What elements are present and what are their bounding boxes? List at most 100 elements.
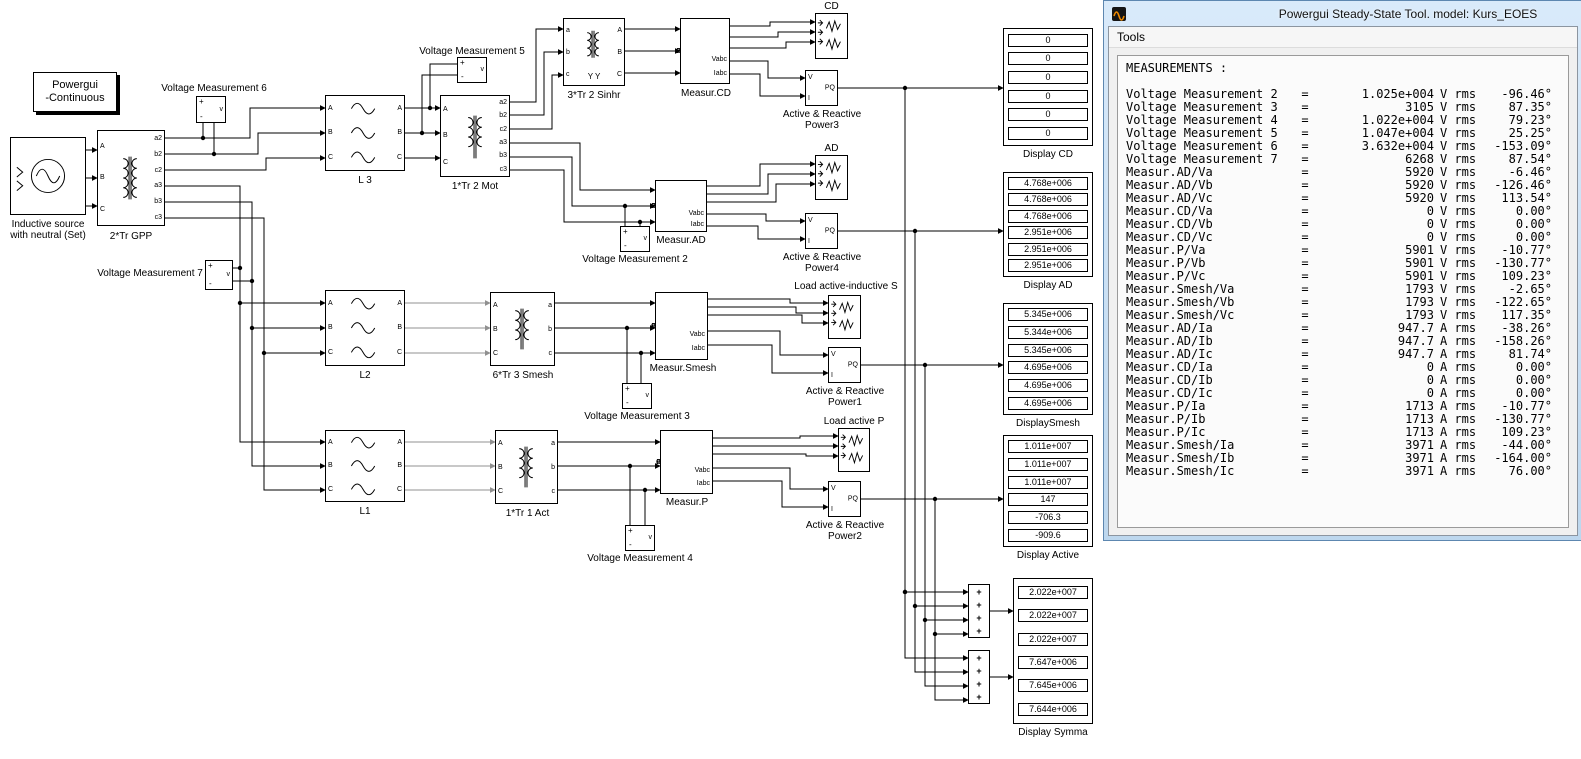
measur-smesh-block[interactable]: ABC Vabc Iabc <box>651 292 708 360</box>
active-reactive-power1-block[interactable]: V I PQ <box>828 347 861 383</box>
power4-label-line1: Active & Reactive <box>782 252 862 263</box>
window-title: Powergui Steady-State Tool. model: Kurs_… <box>1278 6 1538 21</box>
port-label: A <box>328 439 333 447</box>
measurement-name: Measur.Smesh/Ic <box>1126 464 1235 478</box>
v-pin: V <box>831 351 836 358</box>
measurement-value: 5920 <box>1405 191 1434 205</box>
voltage-measurement-3-block[interactable]: + - v <box>622 383 652 409</box>
load-ad-block[interactable] <box>815 155 848 200</box>
window-titlebar[interactable]: Powergui Steady-State Tool. model: Kurs_… <box>1108 1 1578 26</box>
display-symma-label: Display Symma <box>1018 727 1088 738</box>
pq-pin: PQ <box>847 495 858 503</box>
vabc-pin: Vabc <box>689 331 705 339</box>
act-right-ports: a b c <box>551 431 555 503</box>
transformer-1tr-1act-block[interactable]: A B C a b c <box>495 430 558 504</box>
display-value: 5.345e+006 <box>1008 308 1088 322</box>
measur-ad-block[interactable]: ABC Vabc Iabc <box>651 180 707 232</box>
port-label: C <box>396 154 402 162</box>
inductive-source-block[interactable] <box>10 137 86 215</box>
powergui-block-line1: Powergui <box>52 79 98 91</box>
mot-left-ports: A B C <box>443 96 448 176</box>
line-l3-block[interactable]: A B C A B C <box>325 95 405 171</box>
display-value: 2.951e+006 <box>1008 259 1088 273</box>
power3-label-line1: Active & Reactive <box>782 109 862 120</box>
sum-block-1[interactable]: + + + + <box>968 584 990 638</box>
active-reactive-power3-block[interactable]: V I PQ <box>805 70 838 106</box>
measurement-value: 0 <box>1426 373 1434 387</box>
display-value: 2.951e+006 <box>1008 242 1088 256</box>
line-l2-block[interactable]: A B C A B C <box>325 290 405 366</box>
transformer-2tr-gpp-label: 2*Tr GPP <box>109 231 153 242</box>
transformer-1tr-2mot-label: 1*Tr 2 Mot <box>451 181 499 192</box>
port-label: a2 <box>154 135 162 143</box>
l3-right-ports: A B C <box>397 96 402 170</box>
active-reactive-power4-block[interactable]: V I PQ <box>805 213 838 249</box>
display-value: 0 <box>1008 71 1088 85</box>
load-active-inductive-s-block[interactable] <box>828 295 861 339</box>
port-label: C <box>396 349 402 357</box>
line-l1-block[interactable]: A B C A B C <box>325 430 405 502</box>
voltage-measurement-7-block[interactable]: + - v <box>205 260 233 290</box>
transformer-coil-icon <box>515 308 529 350</box>
load-cd-block[interactable] <box>815 13 848 59</box>
inductive-source-label: Inductive source with neutral (Set) <box>0 219 96 241</box>
sine-wave-icon <box>350 436 376 496</box>
port-label: B <box>397 462 402 470</box>
measur-cd-block[interactable]: ABC Vabc Iabc <box>676 18 730 84</box>
minus-pin: - <box>461 72 464 81</box>
plus-pin: + <box>628 526 633 535</box>
port-label: a <box>548 301 552 309</box>
sum-block-2[interactable]: + + + + <box>968 650 990 704</box>
measurement-angle: 76.00° <box>1508 464 1552 478</box>
voltage-measurement-5-block[interactable]: + - v <box>457 57 487 83</box>
display-symma-block[interactable]: 2.022e+007 2.022e+007 2.022e+007 7.647e+006… <box>1013 578 1093 724</box>
minus-pin: - <box>629 540 632 549</box>
power2-label-line1: Active & Reactive <box>805 520 885 531</box>
iabc-pin: Iabc <box>690 220 704 228</box>
transformer-1tr-1act-label: 1*Tr 1 Act <box>505 508 550 519</box>
menu-tools[interactable]: Tools <box>1109 28 1153 46</box>
port-label: a3 <box>499 139 507 147</box>
load-scope-icon <box>817 160 841 193</box>
port-label: B <box>328 324 333 332</box>
display-smesh-block[interactable]: 5.345e+006 5.344e+006 5.345e+006 4.695e+006… <box>1003 303 1093 415</box>
display-value: -909.6 <box>1008 528 1088 542</box>
load-active-inductive-s-label: Load active-inductive S <box>794 281 898 292</box>
active-reactive-power3-label: Active & Reactive Power3 <box>772 109 872 131</box>
voltage-measurement-2-block[interactable]: + - v <box>620 226 650 252</box>
iabc-pin: Iabc <box>691 345 705 353</box>
powergui-block-line2: -Continuous <box>45 92 105 104</box>
voltage-measurement-6-block[interactable]: + - v <box>196 96 226 123</box>
port-label: b <box>548 325 552 333</box>
display-value: 5.345e+006 <box>1008 343 1088 357</box>
display-ad-block[interactable]: 4.768e+006 4.768e+006 4.768e+006 2.951e+006… <box>1003 172 1093 277</box>
i-pin: I <box>831 372 833 379</box>
display-active-block[interactable]: 1.011e+007 1.011e+007 1.011e+007 147 -706.3 -… <box>1003 435 1093 547</box>
measur-p-block[interactable]: ABC Vabc Iabc <box>656 430 713 494</box>
iabc-pin: Iabc <box>713 69 727 77</box>
display-value: 4.695e+006 <box>1008 378 1088 392</box>
display-value: 0 <box>1008 108 1088 122</box>
vabc-pin: Vabc <box>711 56 727 64</box>
transformer-6tr-3smesh-block[interactable]: A B C a b c <box>490 292 555 366</box>
display-value: 0 <box>1008 89 1088 103</box>
powergui-window-icon <box>1112 6 1126 21</box>
sine-wave-icon <box>350 297 376 359</box>
port-label: c <box>551 487 556 495</box>
measur-ad-label: Measur.AD <box>656 235 706 246</box>
simulink-model-canvas[interactable]: Powergui -Continuous Inductive source wi… <box>0 0 1581 759</box>
voltage-measurement-4-block[interactable]: + - v <box>625 525 655 551</box>
display-value: 7.647e+006 <box>1018 656 1088 670</box>
load-active-p-block[interactable] <box>838 428 870 472</box>
i-pin: I <box>831 506 833 513</box>
transformer-2tr-gpp-block[interactable]: A B C a2 b2 c2 a3 b3 c3 <box>97 130 165 226</box>
display-value: 4.768e+006 <box>1008 209 1088 223</box>
port-label: A <box>651 322 656 330</box>
v-out-pin: v <box>643 235 648 242</box>
transformer-1tr-2mot-block[interactable]: A B C a2 b2 c2 a3 b3 c3 <box>440 95 510 177</box>
powergui-block[interactable]: Powergui -Continuous <box>33 72 117 112</box>
active-reactive-power2-block[interactable]: V I PQ <box>828 481 861 517</box>
display-cd-block[interactable]: 0 0 0 0 0 0 <box>1003 28 1093 146</box>
transformer-3tr-2sinhr-block[interactable]: Y Y abc ABC <box>563 18 625 86</box>
v-pin: V <box>808 74 813 81</box>
